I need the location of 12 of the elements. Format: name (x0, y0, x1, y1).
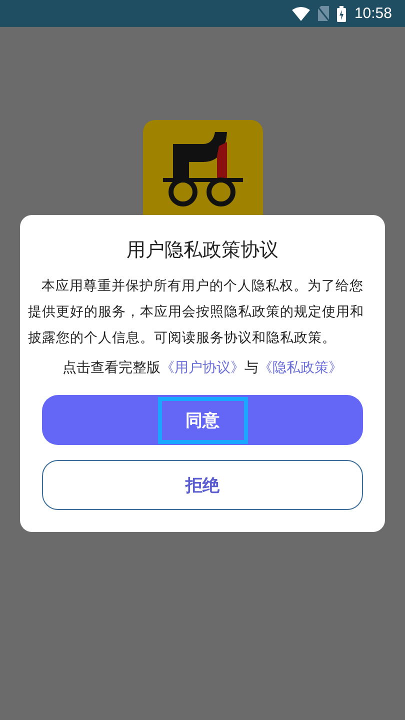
no-sim-icon (318, 6, 330, 21)
battery-charging-icon (337, 6, 346, 22)
dialog-title: 用户隐私政策协议 (126, 238, 280, 263)
agree-button[interactable]: 同意 (42, 395, 363, 445)
status-time: 10:58 (354, 5, 392, 22)
links-joiner: 与 (244, 359, 258, 377)
decline-button[interactable]: 拒绝 (42, 460, 363, 510)
privacy-policy-link[interactable]: 《隐私政策》 (258, 359, 342, 377)
links-prefix: 点击查看完整版 (62, 359, 160, 377)
wifi-icon (292, 6, 310, 20)
user-agreement-link[interactable]: 《用户协议》 (160, 359, 244, 377)
privacy-text: 本应用尊重并保护所有用户的个人隐私权。为了给您提供更好的服务，本应用会按照隐私政策的规定使用和披露您的个人信息。可阅读服务协议和隐私政策。 (28, 277, 365, 348)
